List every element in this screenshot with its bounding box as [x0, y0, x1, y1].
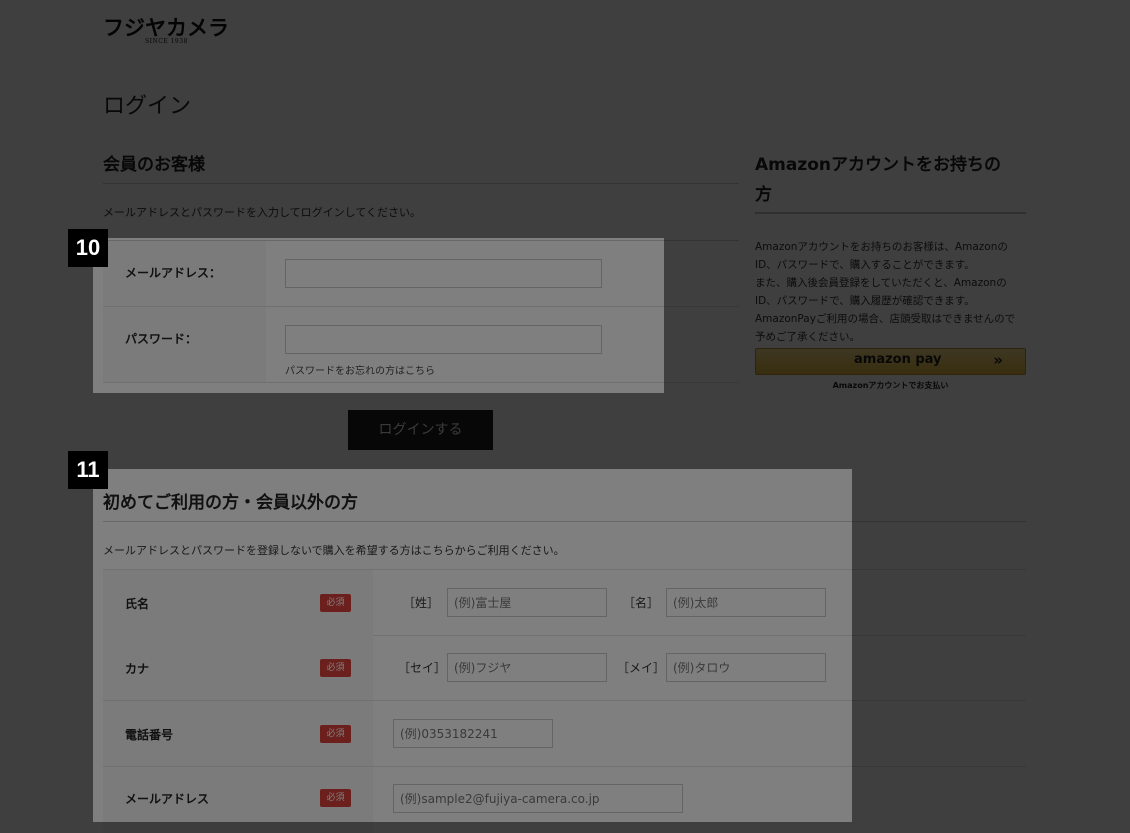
amazon-heading-line2: 方	[755, 185, 772, 205]
logo-since: SINCE 1938	[145, 38, 188, 45]
page-title: ログイン	[103, 94, 192, 119]
member-description: メールアドレスとパスワードを入力してログインしてください。	[103, 206, 422, 219]
amazon-desc-line: AmazonPayご利用の場合、店頭受取はできませんので	[755, 313, 1016, 325]
kana-label: カナ	[125, 662, 150, 676]
guest-email-label: メールアドレス	[125, 792, 210, 806]
amazon-pay-logo: amazon pay	[854, 352, 942, 367]
amazon-pay-button[interactable]: amazon pay »	[755, 348, 1026, 375]
name-row: 氏名 必須 ［姓］ ［名］	[103, 569, 1026, 636]
amazon-desc-line: また、購入後会員登録をしていただくと、Amazonの	[755, 277, 1007, 289]
forgot-password-link[interactable]: パスワードをお忘れの方はこちら	[285, 362, 435, 377]
required-badge: 必須	[320, 659, 351, 677]
amazon-desc-line: ID、パスワードで、購入することができます。	[755, 259, 975, 271]
last-kana-input[interactable]	[447, 653, 607, 682]
login-button[interactable]: ログインする	[348, 410, 493, 450]
amazon-desc-line: ID、パスワードで、購入履歴が確認できます。	[755, 295, 975, 307]
guest-heading: 初めてご利用の方・会員以外の方	[103, 493, 358, 513]
amazon-desc-line: 予めご了承ください。	[755, 331, 860, 343]
email-label: メールアドレス：	[125, 266, 222, 280]
required-badge: 必須	[320, 725, 351, 743]
divider	[103, 521, 1026, 522]
annotation-tag: 11	[68, 451, 108, 489]
phone-input[interactable]	[393, 719, 553, 748]
first-name-input[interactable]	[666, 588, 826, 617]
first-kana-input[interactable]	[666, 653, 826, 682]
guest-description: メールアドレスとパスワードを登録しないで購入を希望する方はこちらからご利用くださ…	[103, 544, 565, 557]
first-kana-bracket: ［メイ］	[617, 661, 666, 675]
required-badge: 必須	[320, 594, 351, 612]
password-row: パスワード： パスワードをお忘れの方はこちら	[103, 307, 739, 383]
amazon-description: Amazonアカウントをお持ちのお客様は、Amazonの ID、パスワードで、購…	[755, 238, 1030, 346]
name-label: 氏名	[125, 597, 150, 611]
divider	[755, 212, 1026, 214]
password-label: パスワード：	[125, 332, 198, 346]
guest-email-input[interactable]	[393, 784, 683, 813]
fujiya-camera-logo[interactable]: フジヤカメラ SINCE 1938	[103, 15, 233, 45]
guest-email-row: メールアドレス 必須	[103, 767, 1026, 833]
last-name-input[interactable]	[447, 588, 607, 617]
amazon-heading-line1: Amazonアカウントをお持ちの	[755, 155, 1002, 175]
first-name-bracket: ［名］	[623, 596, 660, 610]
double-chevron-right-icon: »	[993, 351, 1003, 369]
kana-row: カナ 必須 ［セイ］ ［メイ］	[103, 635, 1026, 701]
amazon-heading: Amazonアカウントをお持ちの 方	[755, 150, 1030, 210]
required-badge: 必須	[320, 789, 351, 807]
amazon-desc-line: Amazonアカウントをお持ちのお客様は、Amazonの	[755, 241, 1008, 253]
member-heading: 会員のお客様	[103, 155, 205, 175]
amazon-pay-caption: Amazonアカウントでお支払い	[832, 381, 949, 390]
last-name-bracket: ［姓］	[403, 596, 440, 610]
phone-label: 電話番号	[125, 728, 174, 742]
password-input[interactable]	[285, 325, 602, 354]
last-kana-bracket: ［セイ］	[398, 661, 447, 675]
annotation-tag: 10	[68, 229, 108, 267]
divider	[103, 183, 739, 184]
phone-row: 電話番号 必須	[103, 701, 1026, 767]
email-row: メールアドレス：	[103, 241, 739, 307]
email-input[interactable]	[285, 259, 602, 288]
